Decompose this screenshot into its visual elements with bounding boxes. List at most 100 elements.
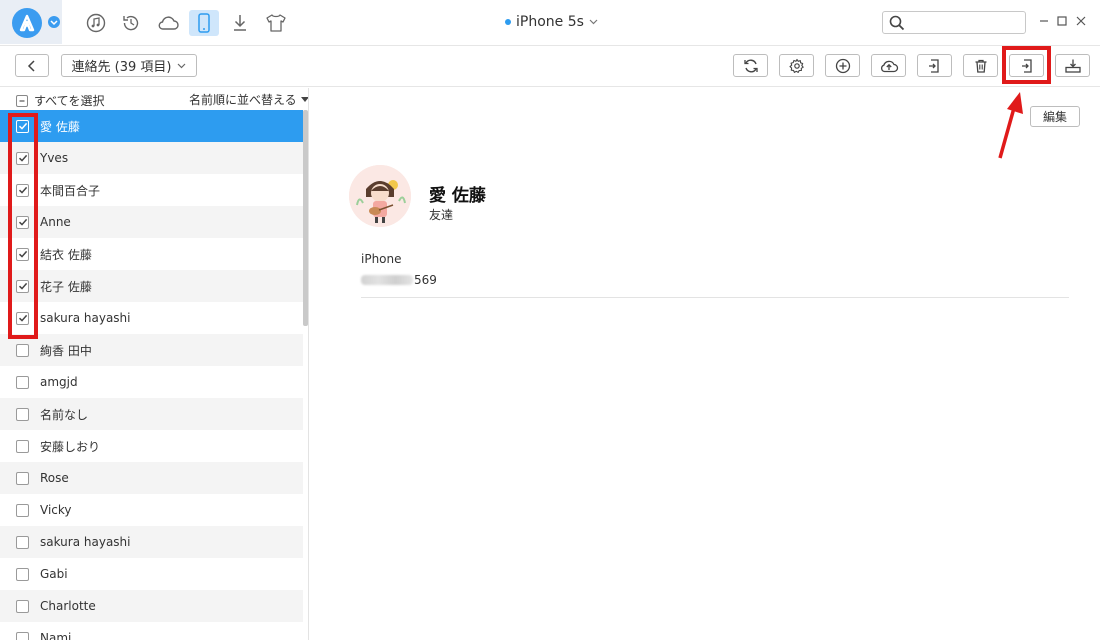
tshirt-icon[interactable]: [263, 10, 289, 36]
contact-row[interactable]: 本間百合子: [0, 174, 303, 206]
contact-checkbox[interactable]: [16, 407, 29, 421]
device-selector[interactable]: iPhone 5s: [505, 14, 598, 30]
contact-checkbox[interactable]: [16, 439, 29, 453]
contact-row[interactable]: Rose: [0, 462, 303, 494]
contact-row[interactable]: sakura hayashi: [0, 526, 303, 558]
search-box[interactable]: [882, 11, 1026, 34]
select-all-label: すべてを選択: [34, 94, 105, 108]
contact-name-label: Gabi: [40, 567, 68, 581]
contact-row[interactable]: 愛 佐藤: [0, 110, 303, 142]
minus-icon: [19, 99, 25, 102]
export-icon: [928, 58, 939, 73]
search-icon: [889, 15, 905, 31]
contact-checkbox[interactable]: [16, 471, 29, 485]
contact-name-label: Nami: [40, 631, 72, 640]
contact-checkbox[interactable]: [16, 599, 29, 613]
contact-row[interactable]: Charlotte: [0, 590, 303, 622]
contact-checkbox[interactable]: [16, 631, 29, 640]
checked-contacts-highlight: [8, 113, 38, 339]
contact-checkbox[interactable]: [16, 343, 29, 357]
to-device-highlight: [1002, 46, 1051, 84]
contact-rows: 愛 佐藤 Yves 本間百合子 Anne 結衣 佐藤花子 佐藤 sakura hayash…: [0, 110, 303, 640]
edit-button[interactable]: 編集: [1030, 106, 1080, 127]
contact-row[interactable]: Vicky: [0, 494, 303, 526]
select-all-checkbox[interactable]: [16, 94, 28, 107]
contact-name-label: sakura hayashi: [40, 311, 131, 325]
contact-row[interactable]: 絢香 田中: [0, 334, 303, 366]
settings-button[interactable]: [779, 54, 814, 77]
phone-icon[interactable]: [189, 10, 219, 36]
app-logo-area[interactable]: [0, 0, 62, 44]
export-button[interactable]: [917, 54, 952, 77]
select-all-control[interactable]: すべてを選択: [16, 92, 104, 109]
contact-name-label: 結衣 佐藤: [40, 247, 92, 262]
search-input[interactable]: [909, 12, 1019, 32]
contact-name: 愛 佐藤: [429, 186, 486, 206]
avatar: [349, 165, 411, 227]
contact-name-label: sakura hayashi: [40, 535, 131, 549]
caret-down-icon: [300, 96, 308, 102]
refresh-button[interactable]: [733, 54, 768, 77]
back-button[interactable]: [15, 54, 49, 77]
contact-name-label: 花子 佐藤: [40, 279, 92, 294]
contact-checkbox[interactable]: [16, 567, 29, 581]
upload-cloud-button[interactable]: [871, 54, 906, 77]
contact-list-pane: すべてを選択 名前順に並べ替える 愛 佐藤 Yves 本間百合子 Anne 結衣 佐藤花…: [0, 88, 309, 640]
contact-row[interactable]: 安藤しおり: [0, 430, 303, 462]
to-computer-button[interactable]: [1055, 54, 1090, 77]
list-header: すべてを選択 名前順に並べ替える: [0, 88, 308, 110]
maximize-button[interactable]: [1055, 14, 1069, 28]
cloud-icon[interactable]: [155, 10, 181, 36]
contact-name-label: Yves: [40, 151, 69, 165]
contact-name-label: amgjd: [40, 375, 78, 389]
divider: [361, 297, 1069, 298]
chevron-left-icon: [27, 59, 35, 72]
trash-icon: [975, 59, 986, 73]
title-bar: iPhone 5s: [0, 0, 1100, 46]
device-status-dot: [505, 19, 511, 25]
sort-dropdown[interactable]: 名前順に並べ替える: [189, 91, 308, 108]
phone-number: 569: [361, 273, 437, 287]
contact-row[interactable]: 花子 佐藤: [0, 270, 303, 302]
phone-visible-digits: 569: [414, 273, 437, 287]
blurred-digits: [361, 275, 413, 285]
contact-checkbox[interactable]: [16, 503, 29, 517]
list-scrollbar[interactable]: [303, 110, 308, 326]
refresh-icon: [743, 59, 758, 72]
contact-name-label: Rose: [40, 471, 69, 485]
add-contact-button[interactable]: [825, 54, 860, 77]
chevron-down-icon: [178, 63, 186, 68]
history-icon[interactable]: [118, 10, 144, 36]
contact-row[interactable]: amgjd: [0, 366, 303, 398]
category-dropdown[interactable]: 連絡先 (39 項目): [61, 54, 197, 77]
contact-name-label: Anne: [40, 215, 71, 229]
app-logo-icon: [12, 8, 42, 38]
contact-row[interactable]: 名前なし: [0, 398, 303, 430]
contact-checkbox[interactable]: [16, 375, 29, 389]
contact-row[interactable]: Yves: [0, 142, 303, 174]
contact-row[interactable]: Gabi: [0, 558, 303, 590]
sort-label: 名前順に並べ替える: [189, 93, 297, 107]
maximize-icon: [1057, 16, 1067, 26]
contact-row[interactable]: sakura hayashi: [0, 302, 303, 334]
close-icon: [1076, 16, 1086, 26]
music-icon[interactable]: [83, 10, 109, 36]
contact-row[interactable]: 結衣 佐藤: [0, 238, 303, 270]
contact-row[interactable]: Anne: [0, 206, 303, 238]
category-label: 連絡先 (39 項目): [71, 60, 172, 75]
contact-name-label: 絢香 田中: [40, 343, 92, 358]
gear-icon: [788, 58, 804, 73]
chevron-down-icon[interactable]: [47, 15, 61, 29]
delete-button[interactable]: [963, 54, 998, 77]
contact-name-label: 本間百合子: [40, 183, 101, 198]
minimize-button[interactable]: [1037, 14, 1051, 28]
phone-label: iPhone: [361, 252, 402, 266]
contact-checkbox[interactable]: [16, 535, 29, 549]
close-button[interactable]: [1074, 14, 1088, 28]
minimize-icon: [1040, 20, 1048, 22]
contact-name-label: 安藤しおり: [40, 439, 101, 454]
avatar-illustration-icon: [349, 165, 411, 227]
contact-row[interactable]: Nami: [0, 622, 303, 640]
download-icon[interactable]: [227, 10, 253, 36]
to-computer-icon: [1064, 59, 1081, 73]
